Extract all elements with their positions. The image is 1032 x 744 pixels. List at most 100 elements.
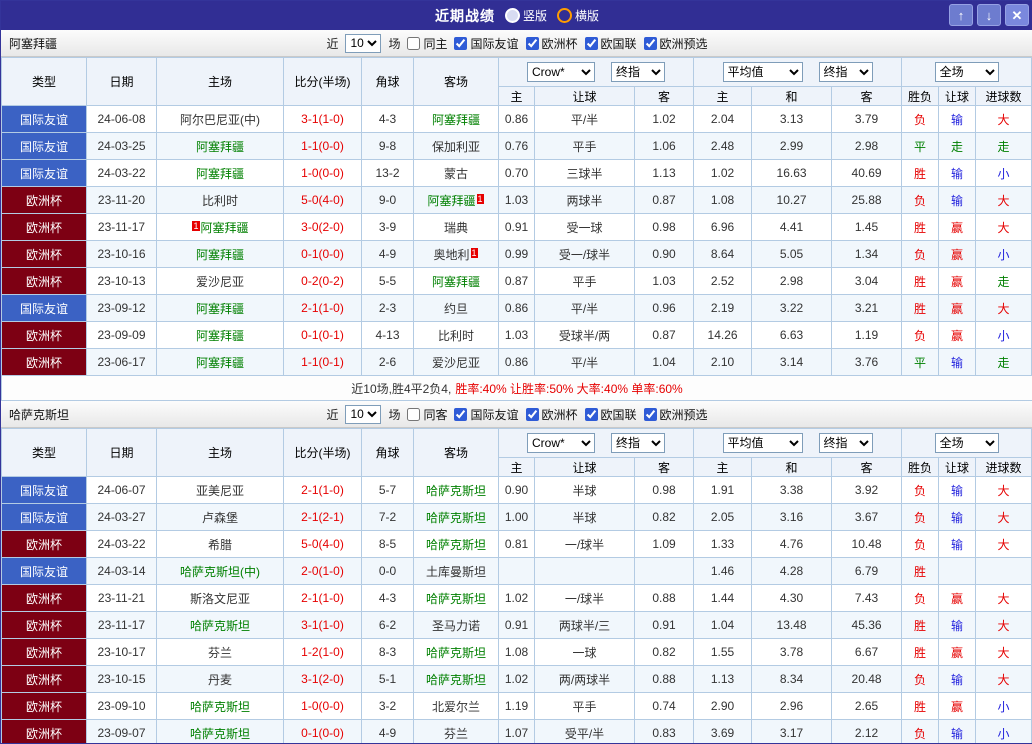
average-source-select[interactable]: 平均值	[723, 62, 803, 82]
scroll-down-button[interactable]: ↓	[977, 4, 1001, 26]
result-wdl-cell: 负	[902, 477, 939, 504]
league-nations-input[interactable]	[585, 408, 598, 421]
match-count-select[interactable]: 10	[345, 34, 381, 53]
home-team-cell[interactable]: 哈萨克斯坦	[157, 720, 284, 744]
away-team-cell[interactable]: 北爱尔兰	[414, 693, 499, 720]
away-team-cell[interactable]: 哈萨克斯坦	[414, 504, 499, 531]
home-team-cell[interactable]: 阿尔巴尼亚(中)	[157, 106, 284, 133]
away-team-cell[interactable]: 阿塞拜疆	[414, 106, 499, 133]
home-team-cell[interactable]: 卢森堡	[157, 504, 284, 531]
layout-vertical-radio[interactable]: 竖版	[505, 7, 547, 24]
home-team-cell[interactable]: 亚美尼亚	[157, 477, 284, 504]
crown-final-select[interactable]: 终指	[611, 433, 665, 453]
away-team-cell[interactable]: 芬兰	[414, 720, 499, 744]
away-team-cell[interactable]: 哈萨克斯坦	[414, 477, 499, 504]
match-count-select[interactable]: 10	[345, 405, 381, 424]
result-goals-cell: 大	[976, 477, 1032, 504]
league-checkbox-euroqualifiers[interactable]: 欧洲预选	[644, 35, 708, 52]
league-checkbox-nationsleague[interactable]: 欧国联	[585, 406, 637, 423]
crown-home-odds-cell: 1.19	[499, 693, 535, 720]
league-eurocup-input[interactable]	[526, 37, 539, 50]
home-team-cell[interactable]: 希腊	[157, 531, 284, 558]
home-team-cell[interactable]: 哈萨克斯坦(中)	[157, 558, 284, 585]
avg-home-odds-cell: 1.02	[694, 160, 752, 187]
scroll-up-button[interactable]: ↑	[949, 4, 973, 26]
result-goals-cell: 大	[976, 106, 1032, 133]
match-row: 欧洲杯 23-10-13 爱沙尼亚 0-2(0-2) 5-5 阿塞拜疆 0.87…	[2, 268, 1032, 295]
scope-select[interactable]: 全场	[935, 62, 999, 82]
away-team-cell[interactable]: 阿塞拜疆	[414, 268, 499, 295]
average-final-select[interactable]: 终指	[819, 433, 873, 453]
away-team-cell[interactable]: 约旦	[414, 295, 499, 322]
home-team-cell[interactable]: 爱沙尼亚	[157, 268, 284, 295]
league-checkbox-eurocup[interactable]: 欧洲杯	[526, 35, 578, 52]
close-button[interactable]: ✕	[1005, 4, 1029, 26]
result-handicap-cell	[939, 558, 976, 585]
same-venue-checkbox[interactable]: 同客	[407, 406, 447, 423]
home-team-cell[interactable]: 阿塞拜疆	[157, 160, 284, 187]
away-team-cell[interactable]: 比利时	[414, 322, 499, 349]
date-cell: 24-03-22	[87, 531, 157, 558]
away-team-cell[interactable]: 阿塞拜疆1	[414, 187, 499, 214]
same-venue-checkbox[interactable]: 同主	[407, 35, 447, 52]
league-checkbox-euroqualifiers[interactable]: 欧洲预选	[644, 406, 708, 423]
league-friendly-input[interactable]	[454, 37, 467, 50]
average-source-select[interactable]: 平均值	[723, 433, 803, 453]
home-team-cell[interactable]: 阿塞拜疆	[157, 295, 284, 322]
scope-select[interactable]: 全场	[935, 433, 999, 453]
away-team-cell[interactable]: 哈萨克斯坦	[414, 585, 499, 612]
crown-source-select[interactable]: Crow*	[527, 433, 595, 453]
home-team-cell[interactable]: 丹麦	[157, 666, 284, 693]
home-team-cell[interactable]: 阿塞拜疆	[157, 133, 284, 160]
subcol-avg-away: 客	[832, 458, 902, 477]
away-team-cell[interactable]: 保加利亚	[414, 133, 499, 160]
corners-cell: 5-5	[362, 268, 414, 295]
avg-draw-odds-cell: 16.63	[752, 160, 832, 187]
away-team-cell[interactable]: 奥地利1	[414, 241, 499, 268]
home-team-cell[interactable]: 哈萨克斯坦	[157, 693, 284, 720]
away-team-cell[interactable]: 哈萨克斯坦	[414, 531, 499, 558]
away-team-cell[interactable]: 瑞典	[414, 214, 499, 241]
average-final-select[interactable]: 终指	[819, 62, 873, 82]
league-eurocup-input[interactable]	[526, 408, 539, 421]
home-team-cell[interactable]: 斯洛文尼亚	[157, 585, 284, 612]
home-team-cell[interactable]: 比利时	[157, 187, 284, 214]
league-checkbox-eurocup[interactable]: 欧洲杯	[526, 406, 578, 423]
league-checkbox-nationsleague[interactable]: 欧国联	[585, 35, 637, 52]
away-team-cell[interactable]: 爱沙尼亚	[414, 349, 499, 376]
league-checkbox-friendly[interactable]: 国际友谊	[454, 406, 518, 423]
away-team-cell[interactable]: 土库曼斯坦	[414, 558, 499, 585]
score-cell: 1-0(0-0)	[284, 160, 362, 187]
team-name: 哈萨克斯坦	[9, 406, 69, 423]
home-team-cell[interactable]: 阿塞拜疆	[157, 349, 284, 376]
layout-horizontal-radio[interactable]: 横版	[557, 7, 599, 24]
home-team-cell[interactable]: 阿塞拜疆	[157, 241, 284, 268]
home-team-cell[interactable]: 阿塞拜疆	[157, 322, 284, 349]
league-qualifiers-input[interactable]	[644, 37, 657, 50]
avg-away-odds-cell: 3.76	[832, 349, 902, 376]
away-team-cell[interactable]: 哈萨克斯坦	[414, 666, 499, 693]
result-goals-cell: 小	[976, 693, 1032, 720]
league-qualifiers-input[interactable]	[644, 408, 657, 421]
home-team-cell[interactable]: 1阿塞拜疆	[157, 214, 284, 241]
col-header-type: 类型	[2, 58, 87, 106]
subcol-crown-away: 客	[635, 87, 694, 106]
league-checkbox-friendly[interactable]: 国际友谊	[454, 35, 518, 52]
crown-source-select[interactable]: Crow*	[527, 62, 595, 82]
crown-home-odds-cell: 0.99	[499, 241, 535, 268]
crown-final-select[interactable]: 终指	[611, 62, 665, 82]
league-cell: 欧洲杯	[2, 187, 87, 214]
same-venue-input[interactable]	[407, 408, 420, 421]
home-team-cell[interactable]: 哈萨克斯坦	[157, 612, 284, 639]
near-label: 近	[326, 406, 338, 423]
avg-away-odds-cell: 20.48	[832, 666, 902, 693]
away-team-cell[interactable]: 蒙古	[414, 160, 499, 187]
league-friendly-input[interactable]	[454, 408, 467, 421]
crown-away-odds-cell: 0.88	[635, 666, 694, 693]
league-nations-input[interactable]	[585, 37, 598, 50]
date-cell: 24-06-07	[87, 477, 157, 504]
home-team-cell[interactable]: 芬兰	[157, 639, 284, 666]
same-venue-input[interactable]	[407, 37, 420, 50]
away-team-cell[interactable]: 圣马力诺	[414, 612, 499, 639]
away-team-cell[interactable]: 哈萨克斯坦	[414, 639, 499, 666]
